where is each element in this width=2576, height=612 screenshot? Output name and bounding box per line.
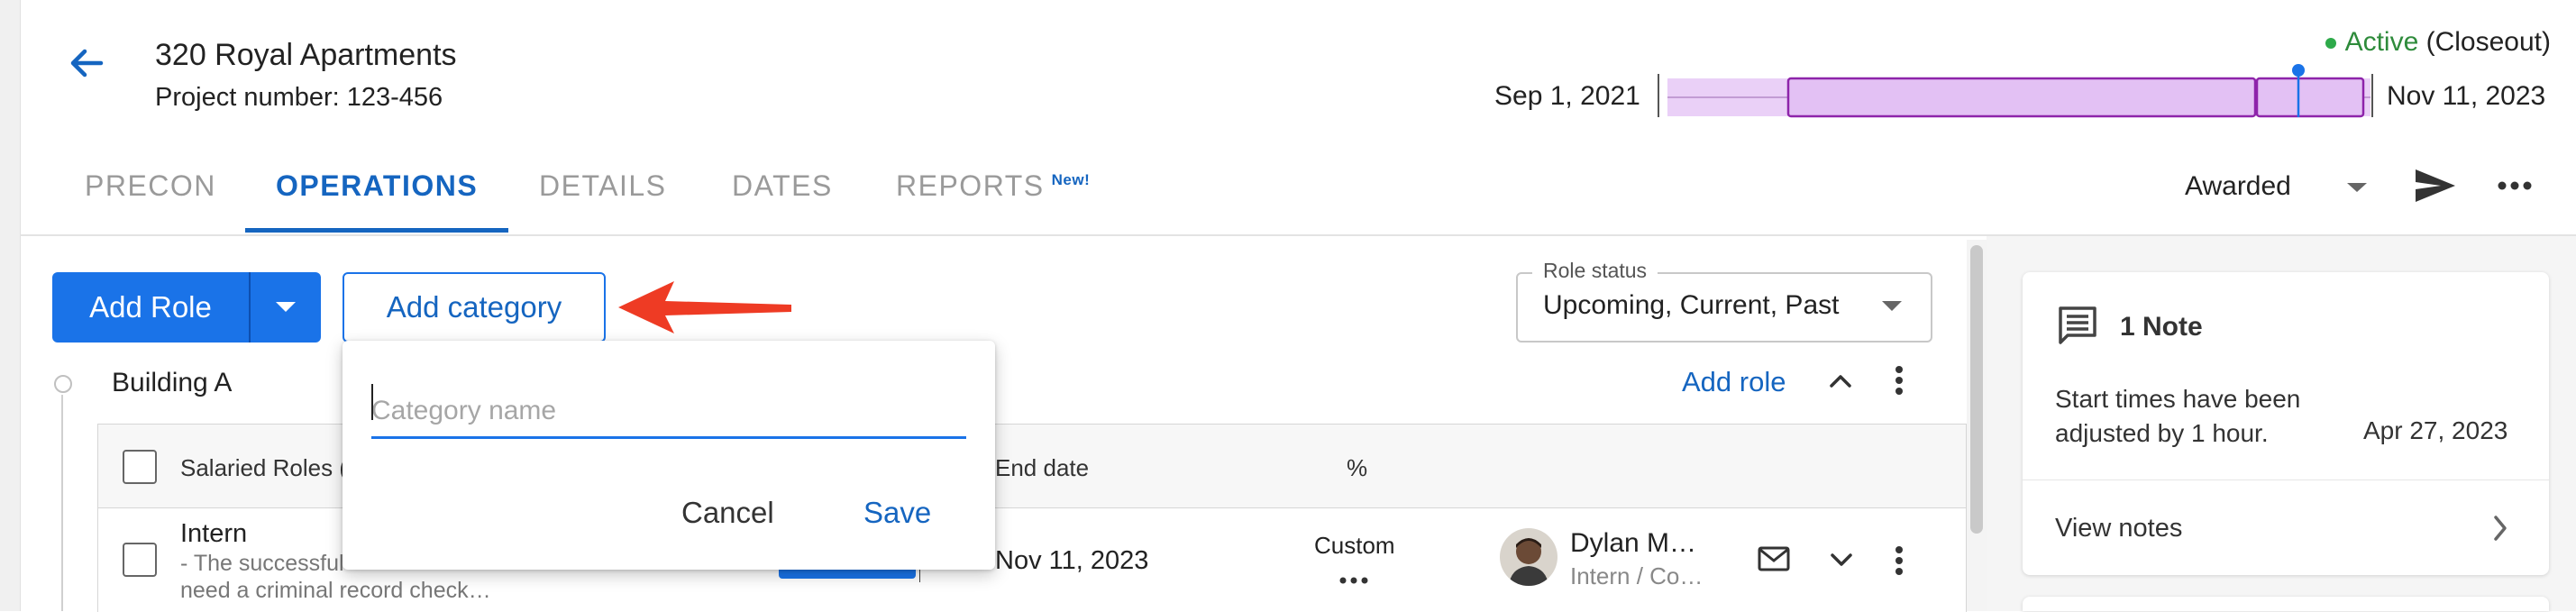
select-all-checkbox[interactable]: [123, 450, 157, 484]
back-arrow-icon[interactable]: [65, 41, 108, 85]
percent-more-icon[interactable]: [1338, 575, 1370, 586]
building-timeline-line: [61, 395, 63, 611]
tab-reports-label: REPORTS: [896, 169, 1045, 202]
save-button[interactable]: Save: [863, 496, 931, 530]
send-icon[interactable]: [2412, 164, 2459, 207]
active-tab-indicator: [245, 228, 508, 233]
column-header-percent[interactable]: %: [1347, 454, 1367, 482]
building-timeline-dot: [54, 375, 72, 393]
tab-details[interactable]: DETAILS: [539, 169, 667, 203]
role-status-legend: Role status: [1532, 259, 1658, 283]
person-role: Intern / Co…: [1570, 562, 1704, 589]
project-status-select-value: Awarded: [2185, 171, 2291, 201]
expand-row-icon[interactable]: [1830, 552, 1853, 568]
building-name: Building A: [112, 368, 233, 397]
timeline-end-date: Nov 11, 2023: [2387, 81, 2546, 111]
tab-precon[interactable]: PRECON: [85, 169, 216, 203]
status-dot-icon: [2325, 38, 2336, 50]
role-status-value: Upcoming, Current, Past: [1543, 290, 1840, 320]
tab-operations[interactable]: OPERATIONS: [276, 169, 478, 203]
note-body-line1: Start times have been: [2055, 385, 2301, 413]
project-status-select[interactable]: Awarded: [2185, 168, 2374, 207]
tab-reports[interactable]: REPORTS New!: [896, 169, 1090, 203]
annotation-arrow-icon: [618, 278, 795, 337]
add-category-button[interactable]: Add category: [343, 272, 606, 343]
split-divider: [249, 272, 251, 343]
text-cursor: [371, 384, 373, 420]
timeline-start-date: Sep 1, 2021: [1494, 81, 1640, 111]
cancel-button[interactable]: Cancel: [681, 496, 774, 530]
row-more-vertical-icon[interactable]: [1893, 544, 1905, 577]
role-description-line2: need a criminal record check…: [180, 578, 491, 603]
mail-icon[interactable]: [1758, 546, 1790, 571]
project-number: Project number: 123-456: [155, 83, 443, 112]
timeline-bar[interactable]: [1657, 63, 2374, 123]
chevron-down-icon[interactable]: [274, 300, 297, 315]
column-header-end-date[interactable]: End date: [995, 454, 1089, 482]
secondary-card: [2023, 597, 2549, 611]
role-description-line1: - The successful: [180, 551, 344, 576]
role-percent: Custom: [1314, 532, 1395, 559]
category-name-input[interactable]: [371, 386, 966, 439]
chevron-down-icon: [2345, 180, 2369, 195]
more-horizontal-icon[interactable]: [2497, 177, 2533, 195]
scrollbar-thumb[interactable]: [1970, 245, 1983, 534]
new-badge: New!: [1051, 171, 1091, 189]
left-rail: [0, 0, 21, 611]
add-role-button[interactable]: Add Role: [52, 272, 321, 343]
tab-dates[interactable]: DATES: [732, 169, 833, 203]
note-body-line2: adjusted by 1 hour.: [2055, 419, 2269, 447]
add-role-link[interactable]: Add role: [1682, 366, 1786, 398]
person-name[interactable]: Dylan M…: [1570, 528, 1696, 559]
note-body: Start times have been adjusted by 1 hour…: [2055, 382, 2300, 451]
note-icon: [2057, 305, 2098, 346]
view-notes-link[interactable]: View notes: [2055, 514, 2182, 543]
note-date: Apr 27, 2023: [2363, 416, 2508, 444]
chevron-down-icon: [1880, 299, 1904, 314]
add-role-button-label: Add Role: [89, 290, 212, 324]
project-title: 320 Royal Apartments: [155, 38, 457, 72]
project-status: Active (Closeout): [2325, 27, 2551, 58]
add-category-popover: Cancel Save: [343, 341, 995, 570]
role-title[interactable]: Intern: [180, 519, 247, 549]
chevron-right-icon[interactable]: [2491, 514, 2509, 543]
status-active: Active: [2344, 27, 2419, 57]
more-vertical-icon[interactable]: [1893, 364, 1905, 397]
column-header-roles[interactable]: Salaried Roles (: [180, 454, 347, 482]
role-end-date: Nov 11, 2023: [995, 546, 1149, 575]
chevron-up-icon[interactable]: [1828, 371, 1853, 391]
row-checkbox[interactable]: [123, 543, 157, 577]
notes-title: 1 Note: [2120, 312, 2203, 342]
status-phase: (Closeout): [2425, 27, 2551, 57]
avatar[interactable]: [1500, 528, 1557, 586]
